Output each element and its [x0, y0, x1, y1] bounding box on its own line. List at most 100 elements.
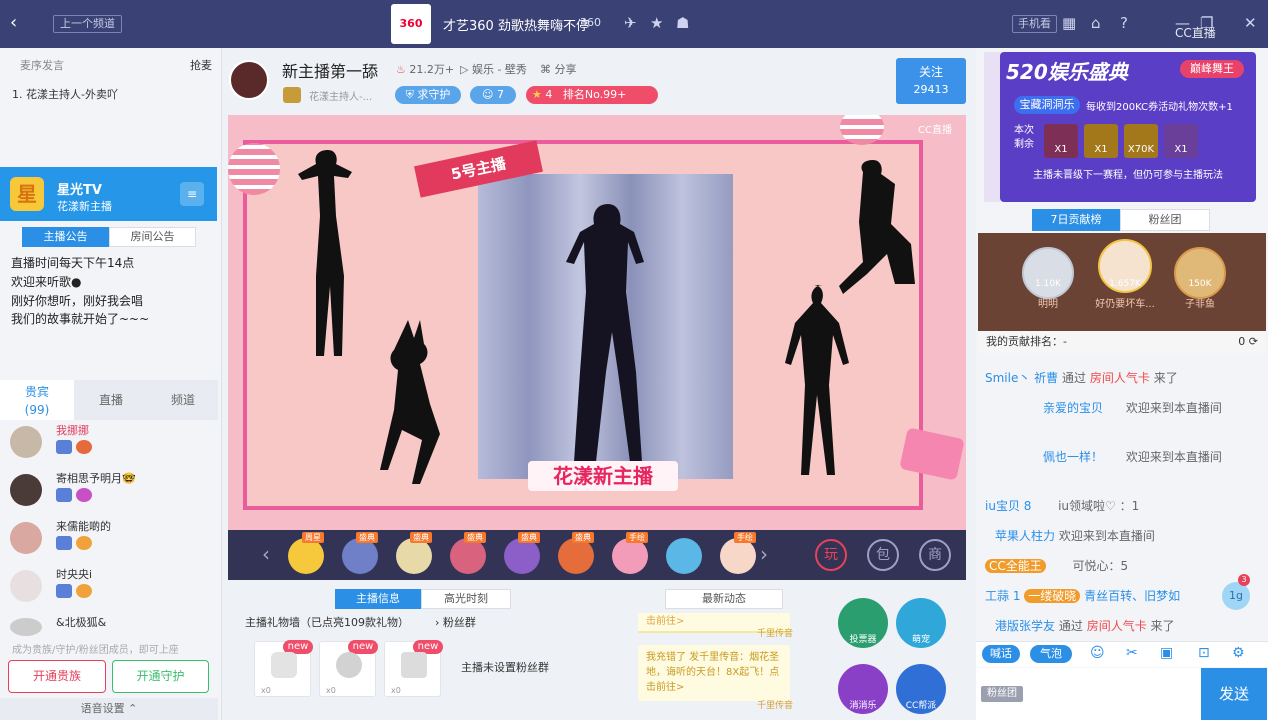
chat-text: 通过: [1058, 619, 1083, 633]
chat-nick[interactable]: 亲爱的宝贝: [1043, 401, 1103, 415]
tab-channel[interactable]: 频道: [148, 380, 218, 420]
event-banner[interactable]: 520娱乐盛典 巅峰舞王 宝藏洞洞乐 每收到200KC券活动礼物次数+1 本次剩…: [1000, 52, 1256, 202]
chat-nick[interactable]: Smile丶 祈曹: [985, 371, 1058, 385]
guard-button[interactable]: ⛨ 求守护: [395, 86, 461, 104]
bubble-button[interactable]: 气泡: [1030, 645, 1072, 663]
refresh-icon[interactable]: ⟳: [1249, 335, 1258, 348]
list-item[interactable]: 来儒能啲的: [10, 518, 215, 566]
chat-nick[interactable]: iu宝贝 8: [985, 499, 1031, 513]
follow-button[interactable]: 关注 29413: [896, 58, 966, 104]
video-stage[interactable]: 5号主播 花漾新主播 CC直播: [228, 115, 966, 530]
tab-fans-rank[interactable]: 粉丝团: [1120, 209, 1210, 231]
image-icon[interactable]: ▣: [1160, 645, 1173, 661]
tab-live[interactable]: 直播: [74, 380, 148, 420]
no-fan-group: 主播未设置粉丝群: [461, 661, 549, 674]
close-icon[interactable]: ✕: [1244, 14, 1257, 32]
gift-wall-item[interactable]: new x0: [254, 640, 313, 697]
prev-channel-button[interactable]: 上一个频道: [53, 15, 122, 33]
gift-next-icon[interactable]: ›: [760, 542, 768, 566]
grab-mic-button[interactable]: 抢麦: [190, 57, 212, 73]
people-icon[interactable]: ☗: [676, 14, 689, 32]
phone-view-button[interactable]: 手机看: [1012, 15, 1057, 33]
dancer-silhouette: [566, 204, 644, 462]
decor-ball: [228, 143, 280, 195]
tab-highlight[interactable]: 高光时刻: [421, 589, 511, 609]
gift-item[interactable]: 盛典: [504, 532, 540, 574]
tab-news[interactable]: 最新动态: [665, 589, 783, 609]
voice-settings[interactable]: 语音设置 ⌃: [0, 698, 218, 720]
category-link[interactable]: ▷ 娱乐 - 壁秀: [460, 61, 527, 77]
fans-badge[interactable]: ☺ 7: [470, 86, 516, 104]
menu-icon[interactable]: ≡: [180, 182, 204, 206]
shop-button[interactable]: 商: [919, 539, 951, 571]
share-label: 分享: [554, 63, 577, 76]
gear-icon[interactable]: ⚙: [1232, 645, 1245, 661]
list-item[interactable]: 我挪挪: [10, 422, 215, 470]
back-arrow-icon[interactable]: ‹: [10, 12, 17, 33]
list-item[interactable]: 寄相思予明月🤓: [10, 470, 215, 518]
chat-nick[interactable]: 工蒜 1: [985, 589, 1020, 603]
chat-nick[interactable]: CC全能王: [985, 559, 1046, 573]
vote-app-button[interactable]: 投票器: [838, 598, 888, 648]
play-button[interactable]: 玩: [815, 539, 847, 571]
chat-text: 一缕破晓: [1024, 589, 1081, 603]
rank-badge[interactable]: ★ 4 排名No.99+: [526, 86, 658, 104]
level-float-button[interactable]: 1g: [1222, 582, 1250, 610]
gift-wall-item[interactable]: new x0: [384, 640, 443, 697]
anchor-avatar[interactable]: [229, 60, 269, 100]
chat-nick[interactable]: 港版张学友: [995, 619, 1055, 633]
list-item[interactable]: 时央央i: [10, 566, 215, 614]
chat-text: 欢迎来到本直播间: [1125, 450, 1222, 464]
gang-app-button[interactable]: CC帮派: [896, 664, 946, 714]
gift-item[interactable]: 手绘: [612, 532, 648, 574]
gift-badge: 盛典: [356, 532, 378, 543]
avatar[interactable]: [1174, 247, 1226, 299]
lock-icon[interactable]: ⊡: [1198, 645, 1210, 661]
tab-vip[interactable]: 贵宾 (99): [0, 380, 74, 420]
share-button[interactable]: ⌘ 分享: [540, 61, 577, 77]
chat-nick[interactable]: 佩也一样！: [1043, 450, 1103, 464]
grid-icon[interactable]: ▦: [1062, 14, 1076, 32]
event-sub-pill: 宝藏洞洞乐: [1014, 96, 1080, 114]
gift-wall-item[interactable]: new x0: [319, 640, 378, 697]
tab-room-notice[interactable]: 房间公告: [109, 227, 196, 247]
help-icon[interactable]: ?: [1120, 14, 1128, 32]
chat-nick[interactable]: 苹果人柱力: [995, 529, 1055, 543]
open-noble-button[interactable]: 开通贵族: [8, 660, 106, 693]
event-item: X1: [1164, 124, 1198, 158]
fan-badge[interactable]: 粉丝团: [981, 686, 1023, 702]
live-video[interactable]: [478, 174, 733, 479]
gift-prev-icon[interactable]: ‹: [262, 542, 270, 566]
avatar[interactable]: [1022, 247, 1074, 299]
gift-item[interactable]: 盛典: [558, 532, 594, 574]
shout-button[interactable]: 喊话: [982, 645, 1020, 663]
tab-anchor-notice[interactable]: 主播公告: [22, 227, 109, 247]
side-strip[interactable]: [984, 52, 1000, 202]
open-guard-button[interactable]: 开通守护: [112, 660, 209, 693]
star-icon[interactable]: ★: [650, 14, 663, 32]
gift-bar: ‹ › 周星 盛典 盛典 盛典 盛典 盛典 手绘 手绘 玩 包 商: [228, 530, 966, 580]
notice-icon[interactable]: ⌂: [1091, 14, 1101, 32]
send-button[interactable]: 发送: [1201, 668, 1267, 720]
gift-item[interactable]: 周星: [288, 532, 324, 574]
channel-logo: 360: [391, 4, 431, 44]
tab-anchor-info[interactable]: 主播信息: [335, 589, 421, 609]
plane-icon[interactable]: ✈: [624, 14, 637, 32]
gift-item[interactable]: 手绘: [720, 532, 756, 574]
list-item[interactable]: &北极狐&: [10, 614, 215, 636]
gift-item[interactable]: 盛典: [450, 532, 486, 574]
news-card[interactable]: 我充错了 发千里传音：烟花圣地，诲听的天台！8X起飞！点击前往>: [638, 645, 790, 701]
star-title: 星光TV: [57, 183, 102, 198]
gift-item[interactable]: [666, 538, 702, 574]
medal-badge-icon: [76, 584, 92, 598]
scissors-icon[interactable]: ✂: [1126, 645, 1138, 661]
tab-week-rank[interactable]: 7日贡献榜: [1032, 209, 1120, 231]
gift-item[interactable]: 盛典: [342, 532, 378, 574]
gift-item[interactable]: 盛典: [396, 532, 432, 574]
match-app-button[interactable]: 消消乐: [838, 664, 888, 714]
emoji-icon[interactable]: ☺: [1090, 645, 1105, 661]
pet-app-button[interactable]: 萌宠: [896, 598, 946, 648]
chat-text: iu领域啦♡ ：1: [1058, 499, 1140, 513]
bag-button[interactable]: 包: [867, 539, 899, 571]
shield-icon: ⛨: [405, 88, 414, 101]
